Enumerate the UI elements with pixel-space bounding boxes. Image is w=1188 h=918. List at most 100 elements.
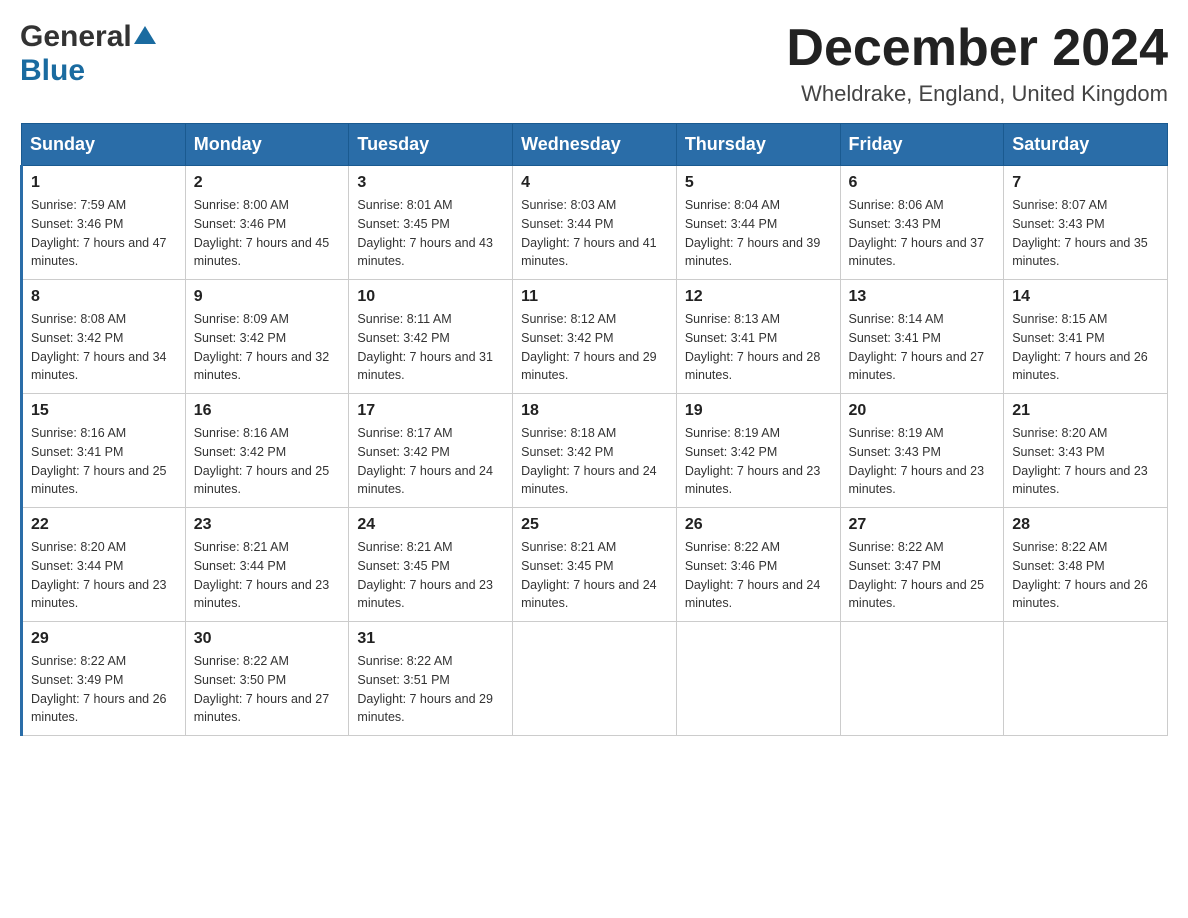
- day-info: Sunrise: 8:16 AMSunset: 3:41 PMDaylight:…: [31, 424, 177, 499]
- day-info: Sunrise: 8:21 AMSunset: 3:44 PMDaylight:…: [194, 538, 341, 613]
- day-info: Sunrise: 8:13 AMSunset: 3:41 PMDaylight:…: [685, 310, 832, 385]
- day-cell-2: 2 Sunrise: 8:00 AMSunset: 3:46 PMDayligh…: [185, 166, 349, 280]
- day-info: Sunrise: 8:19 AMSunset: 3:43 PMDaylight:…: [849, 424, 996, 499]
- day-number: 29: [31, 630, 177, 648]
- col-friday: Friday: [840, 124, 1004, 166]
- day-cell-12: 12 Sunrise: 8:13 AMSunset: 3:41 PMDaylig…: [676, 280, 840, 394]
- day-number: 6: [849, 174, 996, 192]
- empty-cell: [1004, 622, 1168, 736]
- col-thursday: Thursday: [676, 124, 840, 166]
- day-number: 25: [521, 516, 668, 534]
- day-number: 18: [521, 402, 668, 420]
- day-info: Sunrise: 8:20 AMSunset: 3:44 PMDaylight:…: [31, 538, 177, 613]
- day-cell-14: 14 Sunrise: 8:15 AMSunset: 3:41 PMDaylig…: [1004, 280, 1168, 394]
- day-info: Sunrise: 8:01 AMSunset: 3:45 PMDaylight:…: [357, 196, 504, 271]
- day-cell-16: 16 Sunrise: 8:16 AMSunset: 3:42 PMDaylig…: [185, 394, 349, 508]
- day-cell-13: 13 Sunrise: 8:14 AMSunset: 3:41 PMDaylig…: [840, 280, 1004, 394]
- day-info: Sunrise: 8:03 AMSunset: 3:44 PMDaylight:…: [521, 196, 668, 271]
- day-cell-17: 17 Sunrise: 8:17 AMSunset: 3:42 PMDaylig…: [349, 394, 513, 508]
- col-saturday: Saturday: [1004, 124, 1168, 166]
- day-number: 19: [685, 402, 832, 420]
- day-number: 23: [194, 516, 341, 534]
- day-info: Sunrise: 8:00 AMSunset: 3:46 PMDaylight:…: [194, 196, 341, 271]
- day-info: Sunrise: 8:15 AMSunset: 3:41 PMDaylight:…: [1012, 310, 1159, 385]
- day-info: Sunrise: 7:59 AMSunset: 3:46 PMDaylight:…: [31, 196, 177, 271]
- day-cell-5: 5 Sunrise: 8:04 AMSunset: 3:44 PMDayligh…: [676, 166, 840, 280]
- day-number: 21: [1012, 402, 1159, 420]
- col-monday: Monday: [185, 124, 349, 166]
- calendar-header-row: Sunday Monday Tuesday Wednesday Thursday…: [22, 124, 1168, 166]
- day-cell-31: 31 Sunrise: 8:22 AMSunset: 3:51 PMDaylig…: [349, 622, 513, 736]
- day-cell-10: 10 Sunrise: 8:11 AMSunset: 3:42 PMDaylig…: [349, 280, 513, 394]
- day-cell-28: 28 Sunrise: 8:22 AMSunset: 3:48 PMDaylig…: [1004, 508, 1168, 622]
- day-info: Sunrise: 8:08 AMSunset: 3:42 PMDaylight:…: [31, 310, 177, 385]
- day-info: Sunrise: 8:07 AMSunset: 3:43 PMDaylight:…: [1012, 196, 1159, 271]
- day-cell-27: 27 Sunrise: 8:22 AMSunset: 3:47 PMDaylig…: [840, 508, 1004, 622]
- day-info: Sunrise: 8:22 AMSunset: 3:49 PMDaylight:…: [31, 652, 177, 727]
- day-cell-8: 8 Sunrise: 8:08 AMSunset: 3:42 PMDayligh…: [22, 280, 186, 394]
- calendar-subtitle: Wheldrake, England, United Kingdom: [786, 81, 1168, 107]
- empty-cell: [676, 622, 840, 736]
- day-number: 13: [849, 288, 996, 306]
- day-cell-15: 15 Sunrise: 8:16 AMSunset: 3:41 PMDaylig…: [22, 394, 186, 508]
- day-info: Sunrise: 8:09 AMSunset: 3:42 PMDaylight:…: [194, 310, 341, 385]
- empty-cell: [513, 622, 677, 736]
- day-number: 30: [194, 630, 341, 648]
- day-cell-20: 20 Sunrise: 8:19 AMSunset: 3:43 PMDaylig…: [840, 394, 1004, 508]
- day-cell-22: 22 Sunrise: 8:20 AMSunset: 3:44 PMDaylig…: [22, 508, 186, 622]
- day-info: Sunrise: 8:22 AMSunset: 3:50 PMDaylight:…: [194, 652, 341, 727]
- day-number: 28: [1012, 516, 1159, 534]
- day-cell-26: 26 Sunrise: 8:22 AMSunset: 3:46 PMDaylig…: [676, 508, 840, 622]
- day-cell-18: 18 Sunrise: 8:18 AMSunset: 3:42 PMDaylig…: [513, 394, 677, 508]
- day-number: 8: [31, 288, 177, 306]
- day-cell-23: 23 Sunrise: 8:21 AMSunset: 3:44 PMDaylig…: [185, 508, 349, 622]
- day-number: 17: [357, 402, 504, 420]
- logo-triangle-icon: [134, 24, 156, 46]
- day-number: 24: [357, 516, 504, 534]
- day-info: Sunrise: 8:14 AMSunset: 3:41 PMDaylight:…: [849, 310, 996, 385]
- day-info: Sunrise: 8:18 AMSunset: 3:42 PMDaylight:…: [521, 424, 668, 499]
- day-cell-6: 6 Sunrise: 8:06 AMSunset: 3:43 PMDayligh…: [840, 166, 1004, 280]
- week-row-5: 29 Sunrise: 8:22 AMSunset: 3:49 PMDaylig…: [22, 622, 1168, 736]
- day-cell-7: 7 Sunrise: 8:07 AMSunset: 3:43 PMDayligh…: [1004, 166, 1168, 280]
- week-row-1: 1 Sunrise: 7:59 AMSunset: 3:46 PMDayligh…: [22, 166, 1168, 280]
- empty-cell: [840, 622, 1004, 736]
- day-number: 14: [1012, 288, 1159, 306]
- day-info: Sunrise: 8:22 AMSunset: 3:48 PMDaylight:…: [1012, 538, 1159, 613]
- logo-general-text: General: [20, 20, 132, 54]
- day-info: Sunrise: 8:11 AMSunset: 3:42 PMDaylight:…: [357, 310, 504, 385]
- day-cell-21: 21 Sunrise: 8:20 AMSunset: 3:43 PMDaylig…: [1004, 394, 1168, 508]
- col-tuesday: Tuesday: [349, 124, 513, 166]
- day-info: Sunrise: 8:12 AMSunset: 3:42 PMDaylight:…: [521, 310, 668, 385]
- day-number: 27: [849, 516, 996, 534]
- day-number: 22: [31, 516, 177, 534]
- day-info: Sunrise: 8:04 AMSunset: 3:44 PMDaylight:…: [685, 196, 832, 271]
- day-number: 10: [357, 288, 504, 306]
- day-info: Sunrise: 8:16 AMSunset: 3:42 PMDaylight:…: [194, 424, 341, 499]
- day-number: 15: [31, 402, 177, 420]
- calendar-table: Sunday Monday Tuesday Wednesday Thursday…: [20, 123, 1168, 736]
- week-row-4: 22 Sunrise: 8:20 AMSunset: 3:44 PMDaylig…: [22, 508, 1168, 622]
- day-info: Sunrise: 8:21 AMSunset: 3:45 PMDaylight:…: [521, 538, 668, 613]
- day-info: Sunrise: 8:20 AMSunset: 3:43 PMDaylight:…: [1012, 424, 1159, 499]
- day-cell-4: 4 Sunrise: 8:03 AMSunset: 3:44 PMDayligh…: [513, 166, 677, 280]
- day-cell-9: 9 Sunrise: 8:09 AMSunset: 3:42 PMDayligh…: [185, 280, 349, 394]
- day-info: Sunrise: 8:21 AMSunset: 3:45 PMDaylight:…: [357, 538, 504, 613]
- day-number: 4: [521, 174, 668, 192]
- col-wednesday: Wednesday: [513, 124, 677, 166]
- day-number: 2: [194, 174, 341, 192]
- day-cell-29: 29 Sunrise: 8:22 AMSunset: 3:49 PMDaylig…: [22, 622, 186, 736]
- day-info: Sunrise: 8:22 AMSunset: 3:47 PMDaylight:…: [849, 538, 996, 613]
- day-number: 26: [685, 516, 832, 534]
- day-number: 3: [357, 174, 504, 192]
- day-number: 12: [685, 288, 832, 306]
- col-sunday: Sunday: [22, 124, 186, 166]
- day-number: 5: [685, 174, 832, 192]
- day-number: 9: [194, 288, 341, 306]
- day-number: 31: [357, 630, 504, 648]
- day-cell-3: 3 Sunrise: 8:01 AMSunset: 3:45 PMDayligh…: [349, 166, 513, 280]
- day-number: 1: [31, 174, 177, 192]
- day-cell-11: 11 Sunrise: 8:12 AMSunset: 3:42 PMDaylig…: [513, 280, 677, 394]
- day-cell-30: 30 Sunrise: 8:22 AMSunset: 3:50 PMDaylig…: [185, 622, 349, 736]
- logo: General Blue: [20, 20, 158, 88]
